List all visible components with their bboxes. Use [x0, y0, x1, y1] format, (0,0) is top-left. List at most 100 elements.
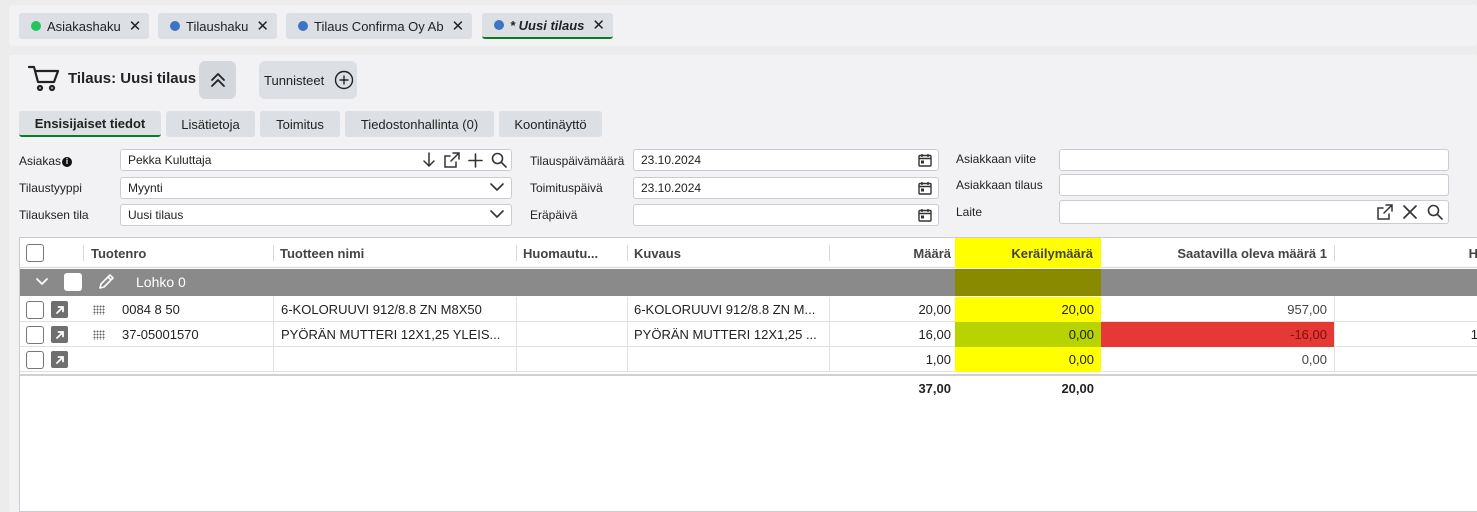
tab-label: Asiakashaku: [47, 18, 121, 34]
chevron-down-icon: [490, 210, 504, 218]
chevron-down-icon: [490, 183, 504, 191]
clear-icon[interactable]: [1403, 205, 1417, 219]
tilaustyyppi-label: Tilaustyyppi: [19, 181, 82, 195]
cell-maara[interactable]: 16,00: [835, 322, 951, 347]
tab-tiedostonhallinta[interactable]: Tiedostonhallinta (0): [345, 111, 494, 137]
tilauspaivamaara-label: Tilauspäivämäärä: [530, 154, 625, 168]
col-saatavilla[interactable]: Saatavilla oleva määrä 1: [1101, 238, 1334, 268]
tags-button[interactable]: Tunnisteet: [259, 61, 357, 99]
col-tuotteen-nimi[interactable]: Tuotteen nimi: [280, 238, 510, 268]
kerailymaara-group-highlight: [955, 269, 1101, 296]
tab-koontinaytto[interactable]: Koontinäyttö: [499, 111, 602, 137]
arrow-down-icon[interactable]: [422, 152, 436, 168]
chevron-down-icon[interactable]: [36, 276, 48, 286]
cell-kerailymaara[interactable]: 0,00: [955, 347, 1101, 372]
cell-huom[interactable]: [523, 297, 625, 322]
close-icon[interactable]: ✕: [592, 18, 605, 33]
search-icon[interactable]: [491, 152, 507, 168]
cell-maara[interactable]: 1,00: [835, 347, 951, 372]
cell-nimi[interactable]: 6-KOLORUUVI 912/8.8 ZN M8X50: [281, 297, 513, 322]
tab-uusi-tilaus[interactable]: * Uusi tilaus ✕: [482, 13, 613, 39]
close-icon[interactable]: ✕: [256, 19, 269, 34]
tilauksen-tila-label: Tilauksen tila: [19, 208, 89, 222]
add-icon[interactable]: [468, 152, 483, 168]
tab-asiakashaku[interactable]: Asiakashaku ✕: [19, 13, 150, 39]
drag-handle-icon[interactable]: [93, 297, 105, 322]
cell-extra: [1460, 297, 1477, 322]
tilaustyyppi-select[interactable]: Myynti: [120, 177, 512, 199]
toimituspaiva-label: Toimituspäivä: [530, 181, 603, 195]
asiakkaan-tilaus-field[interactable]: [1059, 174, 1449, 196]
col-kuvaus[interactable]: Kuvaus: [634, 238, 824, 268]
close-icon[interactable]: ✕: [129, 19, 142, 34]
cell-kerailymaara[interactable]: 0,00: [955, 322, 1101, 347]
tab-tilaus-confirma[interactable]: Tilaus Confirma Oy Ab ✕: [286, 13, 473, 39]
cell-nimi[interactable]: [281, 347, 513, 372]
close-icon[interactable]: ✕: [452, 19, 465, 34]
tilauksen-tila-select[interactable]: Uusi tilaus: [120, 204, 512, 226]
calendar-icon[interactable]: [918, 153, 932, 167]
table-row[interactable]: 1,00 0,00 0,00: [20, 347, 1477, 372]
open-external-icon[interactable]: [1377, 204, 1393, 220]
open-external-icon[interactable]: [444, 152, 460, 168]
tab-label: Tilaus Confirma Oy Ab: [314, 18, 444, 34]
drag-handle-icon[interactable]: [93, 322, 105, 347]
cell-huom[interactable]: [523, 322, 625, 347]
table-row[interactable]: 0084 8 50 6-KOLORUUVI 912/8.8 ZN M8X50 6…: [20, 297, 1477, 322]
select-all-checkbox[interactable]: [26, 238, 48, 268]
cell-kuvaus[interactable]: 6-KOLORUUVI 912/8.8 ZN M...: [634, 297, 826, 322]
cell-kerailymaara[interactable]: 20,00: [955, 297, 1101, 322]
cell-saatavilla: -16,00: [1101, 322, 1334, 347]
open-row-icon[interactable]: [51, 297, 68, 322]
calendar-icon[interactable]: [918, 181, 932, 195]
calendar-icon[interactable]: [918, 208, 932, 222]
add-circle-icon: [334, 70, 354, 90]
search-icon[interactable]: [1427, 204, 1443, 220]
tilauspaivamaara-field[interactable]: 23.10.2024: [633, 149, 939, 171]
total-kerailymaara: 20,00: [1061, 381, 1094, 396]
collapse-header-button[interactable]: [199, 61, 236, 99]
toimituspaiva-field[interactable]: 23.10.2024: [633, 177, 939, 199]
open-row-icon[interactable]: [51, 347, 68, 372]
group-label: Lohko 0: [136, 274, 186, 290]
tags-label: Tunnisteet: [264, 72, 325, 88]
erapaiva-label: Eräpäivä: [530, 208, 578, 222]
tab-lisatietoja[interactable]: Lisätietoja: [166, 111, 255, 137]
erapaiva-field[interactable]: [633, 204, 939, 226]
tab-tilaushaku[interactable]: Tilaushaku ✕: [158, 13, 277, 39]
cell-huom[interactable]: [523, 347, 625, 372]
col-tuotenro[interactable]: Tuotenro: [91, 238, 271, 268]
asiakkaan-tilaus-label: Asiakkaan tilaus: [956, 178, 1043, 192]
cell-kuvaus[interactable]: [634, 347, 826, 372]
tab-ensisijaiset-tiedot[interactable]: Ensisijaiset tiedot: [19, 111, 161, 137]
col-maara[interactable]: Määrä: [835, 238, 951, 268]
order-lines-grid: Tuotenro Tuotteen nimi Huomautu... Kuvau…: [19, 237, 1477, 512]
laite-field[interactable]: [1059, 200, 1449, 224]
col-huomautus[interactable]: Huomautu...: [523, 238, 625, 268]
page-title: Tilaus: Uusi tilaus: [68, 70, 197, 87]
cell-saatavilla: 957,00: [1287, 302, 1327, 317]
double-chevron-up-icon: [210, 73, 225, 87]
open-row-icon[interactable]: [51, 322, 68, 347]
pencil-icon[interactable]: [97, 273, 115, 291]
group-row[interactable]: Lohko 0: [20, 269, 1477, 296]
cell-tuotenro[interactable]: 37-05001570: [122, 322, 270, 347]
group-checkbox[interactable]: [64, 273, 82, 291]
row-checkbox[interactable]: [26, 322, 44, 347]
laite-label: Laite: [956, 205, 983, 219]
asiakas-field[interactable]: Pekka Kuluttaja: [120, 149, 512, 171]
total-maara: 37,00: [918, 381, 951, 396]
col-kerailymaara[interactable]: Keräilymäärä: [955, 238, 1101, 268]
asiakkaan-viite-field[interactable]: [1059, 149, 1449, 171]
row-checkbox[interactable]: [26, 347, 44, 372]
col-extra[interactable]: H: [1460, 238, 1477, 268]
cell-maara[interactable]: 20,00: [835, 297, 951, 322]
cell-kuvaus[interactable]: PYÖRÄN MUTTERI 12X1,25 ...: [634, 322, 826, 347]
tab-toimitus[interactable]: Toimitus: [260, 111, 340, 137]
cell-tuotenro[interactable]: [122, 347, 270, 372]
table-row[interactable]: 37-05001570 PYÖRÄN MUTTERI 12X1,25 YLEIS…: [20, 322, 1477, 347]
row-checkbox[interactable]: [26, 297, 44, 322]
cell-tuotenro[interactable]: 0084 8 50: [122, 297, 270, 322]
cell-nimi[interactable]: PYÖRÄN MUTTERI 12X1,25 YLEIS...: [281, 322, 513, 347]
shopping-cart-icon: [28, 64, 60, 92]
